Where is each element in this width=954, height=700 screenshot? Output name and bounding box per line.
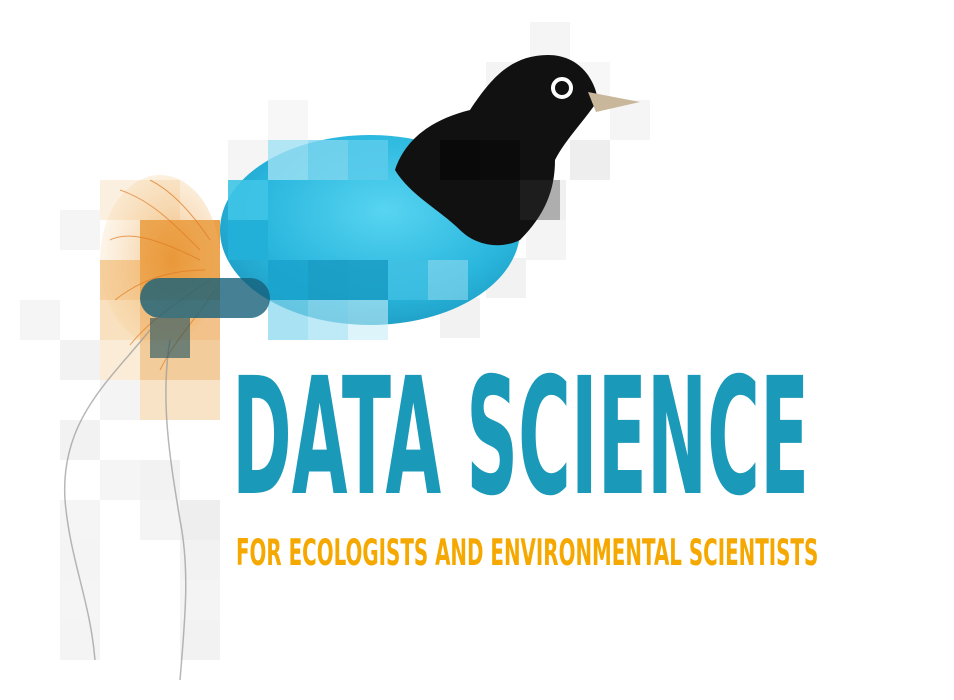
logo-canvas: DATA SCIENCE FOR ECOLOGISTS AND ENVIRONM…: [0, 0, 954, 700]
logo-subtitle: FOR ECOLOGISTS AND ENVIRONMENTAL SCIENTI…: [236, 530, 819, 575]
logo-title: DATA SCIENCE: [232, 344, 810, 533]
